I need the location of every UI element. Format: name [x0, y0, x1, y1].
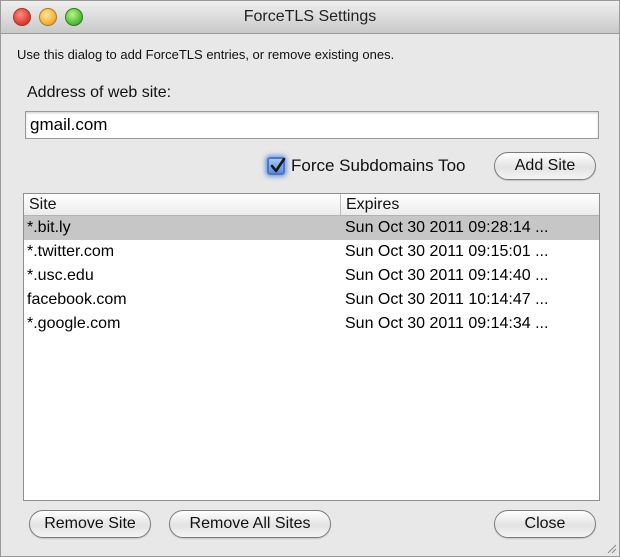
- table-row[interactable]: *.bit.ly Sun Oct 30 2011 09:28:14 ...: [24, 216, 599, 240]
- expires-cell: Sun Oct 30 2011 09:14:34 ...: [345, 315, 549, 332]
- force-subdomains-option[interactable]: Force Subdomains Too: [267, 152, 466, 180]
- site-cell: *.bit.ly: [27, 219, 71, 236]
- column-header-expires[interactable]: Expires: [341, 194, 599, 215]
- window-title: ForceTLS Settings: [243, 8, 377, 25]
- column-header-site[interactable]: Site: [24, 194, 341, 215]
- title-bar[interactable]: ForceTLS Settings: [1, 1, 619, 34]
- expires-cell: Sun Oct 30 2011 09:14:40 ...: [345, 267, 549, 284]
- table-row[interactable]: facebook.com Sun Oct 30 2011 10:14:47 ..…: [24, 288, 599, 312]
- table-header: Site Expires: [24, 194, 599, 216]
- remove-all-sites-button[interactable]: Remove All Sites: [169, 510, 331, 538]
- table-row[interactable]: *.google.com Sun Oct 30 2011 09:14:34 ..…: [24, 312, 599, 336]
- site-cell: facebook.com: [27, 291, 127, 308]
- expires-cell: Sun Oct 30 2011 10:14:47 ...: [345, 291, 549, 308]
- forcetls-settings-window: ForceTLS Settings Use this dialog to add…: [0, 0, 620, 557]
- address-input[interactable]: [25, 111, 599, 139]
- remove-site-button[interactable]: Remove Site: [29, 510, 151, 538]
- sites-table[interactable]: Site Expires *.bit.ly Sun Oct 30 2011 09…: [23, 193, 600, 501]
- resize-grip-icon[interactable]: [605, 542, 617, 554]
- site-cell: *.usc.edu: [27, 267, 94, 284]
- checkmark-icon: [270, 157, 286, 173]
- expires-cell: Sun Oct 30 2011 09:15:01 ...: [345, 243, 549, 260]
- site-cell: *.google.com: [27, 315, 121, 332]
- table-row[interactable]: *.usc.edu Sun Oct 30 2011 09:14:40 ...: [24, 264, 599, 288]
- site-cell: *.twitter.com: [27, 243, 115, 260]
- force-subdomains-label[interactable]: Force Subdomains Too: [291, 156, 466, 176]
- close-button[interactable]: Close: [494, 510, 596, 538]
- table-row[interactable]: *.twitter.com Sun Oct 30 2011 09:15:01 .…: [24, 240, 599, 264]
- expires-cell: Sun Oct 30 2011 09:28:14 ...: [345, 219, 549, 236]
- instructions-text: Use this dialog to add ForceTLS entries,…: [17, 47, 395, 62]
- force-subdomains-checkbox[interactable]: [267, 157, 286, 175]
- add-site-button[interactable]: Add Site: [494, 152, 596, 180]
- address-label: Address of web site:: [27, 84, 172, 101]
